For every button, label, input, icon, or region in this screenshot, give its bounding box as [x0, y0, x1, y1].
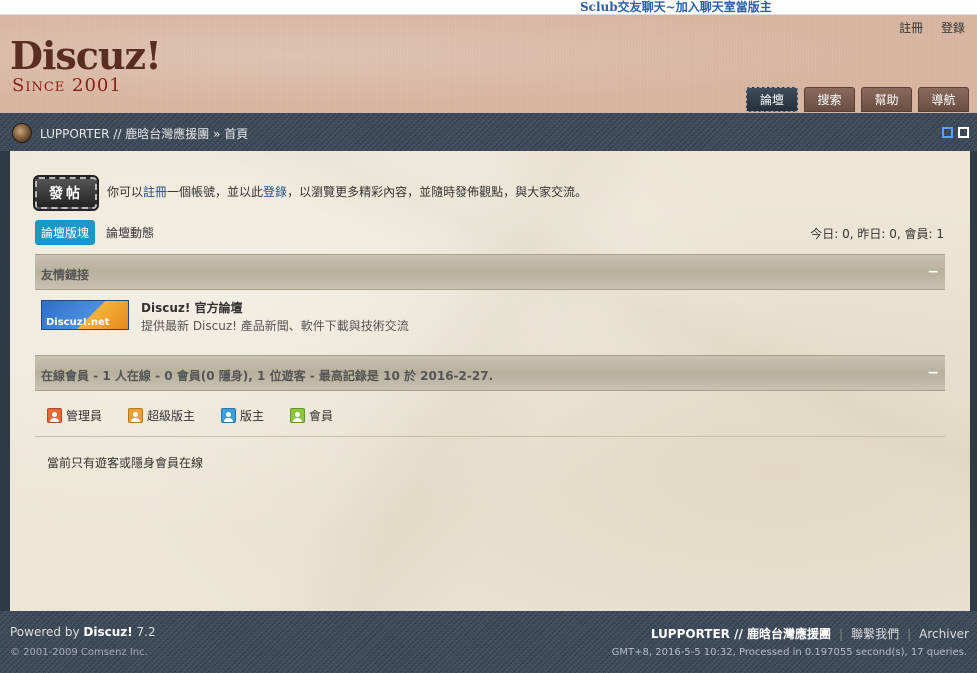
register-link[interactable]: 註冊	[899, 21, 923, 35]
discuz-net-logo-text: Discuz!.net	[46, 317, 110, 328]
friend-link-description: 提供最新 Discuz! 產品新聞、軟件下載與技術交流	[141, 319, 409, 333]
archiver-link[interactable]: Archiver	[919, 627, 969, 641]
forum-stats: 今日: 0, 昨日: 0, 會員: 1	[810, 227, 944, 241]
main-panel: 發帖 你可以註冊一個帳號，並以此登錄，以瀏覽更多精彩內容，並隨時發佈觀點，與大家…	[10, 151, 970, 611]
summary-text: 會員(	[172, 369, 207, 383]
breadcrumb: LUPPORTER // 鹿晗台灣應援團 » 首頁	[40, 125, 248, 142]
nav-tab-navigation[interactable]: 導航	[918, 87, 969, 112]
breadcrumb-bar: LUPPORTER // 鹿晗台灣應援團 » 首頁	[0, 113, 977, 151]
layout-switcher	[942, 127, 969, 138]
powered-by-version: 7.2	[132, 625, 156, 639]
narrow-layout-icon[interactable]	[942, 127, 953, 138]
moderator-user-icon	[221, 408, 237, 423]
powered-by-prefix: Powered by	[10, 625, 84, 639]
breadcrumb-site[interactable]: LUPPORTER // 鹿晗台灣應援團	[40, 127, 209, 141]
legend-admin: 管理員	[47, 407, 102, 424]
site-logo-tagline: Since 2001	[12, 75, 122, 96]
collapse-icon[interactable]: −	[927, 365, 939, 381]
nav-tab-forum[interactable]: 論壇	[746, 87, 798, 112]
user-links: 註冊 登錄	[885, 19, 965, 36]
online-members-title: 在線會員	[41, 369, 90, 383]
super-moderator-user-icon	[128, 408, 144, 423]
promo-link[interactable]: Sclub交友聊天~加入聊天室當版主	[580, 0, 772, 15]
nav-tab-search[interactable]: 搜索	[804, 87, 855, 112]
legend-moderator: 版主	[221, 407, 264, 424]
header: Discuz! Since 2001 註冊 登錄 論壇 搜索 幫助 導航	[0, 15, 977, 113]
contact-us-link[interactable]: 聯繫我們	[851, 625, 899, 642]
member-user-icon	[290, 408, 306, 423]
online-status-note: 當前只有遊客或隱身會員在線	[47, 456, 204, 470]
footer: Powered by Discuz! 7.2 © 2001-2009 Comse…	[0, 611, 977, 673]
divider: |	[839, 626, 844, 641]
wide-layout-icon[interactable]	[958, 127, 969, 138]
divider: |	[907, 626, 912, 641]
friend-link-name[interactable]: Discuz! 官方論壇	[141, 299, 243, 316]
copyright: © 2001-2009 Comsenz Inc.	[10, 647, 148, 658]
intro-login-link[interactable]: 登錄	[263, 185, 287, 199]
footer-site-link[interactable]: LUPPORTER // 鹿晗台灣應援團	[651, 625, 831, 642]
friend-links-header: 友情鏈接 −	[35, 254, 945, 290]
record-date: 2016-2-27	[420, 369, 489, 383]
summary-text: 位遊客 - 最高記錄是	[265, 369, 384, 383]
intro-text: 一個帳號，並以此	[167, 185, 264, 199]
footer-links: LUPPORTER // 鹿晗台灣應援團 | 聯繫我們 | Archiver	[651, 625, 969, 642]
summary-text: 人在線 -	[110, 369, 165, 383]
legend-label: 會員	[309, 409, 334, 423]
tab-forum-activity[interactable]: 論壇動態	[106, 224, 154, 241]
debug-info: GMT+8, 2016-5-5 10:32, Processed in 0.19…	[611, 647, 967, 658]
summary-text: 隱身),	[214, 369, 258, 383]
online-members-summary[interactable]: 在線會員 - 1 人在線 - 0 會員(0 隱身), 1 位遊客 - 最高記錄是…	[41, 367, 493, 384]
summary-text: .	[488, 369, 494, 383]
breadcrumb-current: 首頁	[224, 127, 249, 141]
hidden-count: 0	[206, 369, 215, 383]
summary-text: -	[89, 369, 103, 383]
online-members-header: 在線會員 - 1 人在線 - 0 會員(0 隱身), 1 位遊客 - 最高記錄是…	[35, 355, 945, 391]
discuz-net-logo[interactable]: Discuz!.net	[41, 300, 129, 330]
top-promo-bar: Sclub交友聊天~加入聊天室當版主	[0, 0, 977, 15]
site-badge-icon	[12, 123, 32, 143]
intro-register-link[interactable]: 註冊	[143, 185, 167, 199]
guest-intro: 你可以註冊一個帳號，並以此登錄，以瀏覽更多精彩內容，並隨時發佈觀點，與大家交流。	[107, 183, 587, 200]
collapse-icon[interactable]: −	[927, 264, 939, 280]
site-logo[interactable]: Discuz!	[10, 33, 162, 78]
member-count: 0	[164, 369, 173, 383]
legend-super-moderator: 超級版主	[128, 407, 195, 424]
summary-text: 於	[399, 369, 421, 383]
friend-links-title: 友情鏈接	[41, 268, 90, 282]
member-group-legend: 管理員 超級版主 版主 會員	[47, 407, 333, 424]
admin-user-icon	[47, 408, 62, 423]
intro-text: ，以瀏覽更多精彩內容，並隨時發佈觀點，與大家交流。	[287, 185, 588, 199]
breadcrumb-separator: »	[213, 127, 221, 141]
legend-label: 超級版主	[147, 409, 196, 423]
main-nav: 論壇 搜索 幫助 導航	[746, 87, 969, 112]
online-count: 1	[102, 369, 111, 383]
legend-member: 會員	[290, 407, 333, 424]
record-count: 10	[383, 369, 400, 383]
new-post-button[interactable]: 發帖	[33, 175, 99, 211]
tab-forum-boards[interactable]: 論壇版塊	[35, 220, 96, 245]
intro-text: 你可以	[107, 185, 144, 199]
legend-label: 管理員	[66, 409, 103, 423]
nav-tab-help[interactable]: 幫助	[861, 87, 912, 112]
powered-by-link[interactable]: Discuz!	[83, 625, 132, 639]
legend-label: 版主	[240, 409, 265, 423]
divider	[35, 436, 945, 437]
forum-subtabs: 論壇版塊 論壇動態	[35, 220, 154, 245]
powered-by: Powered by Discuz! 7.2	[10, 625, 156, 639]
login-link[interactable]: 登錄	[941, 21, 965, 35]
